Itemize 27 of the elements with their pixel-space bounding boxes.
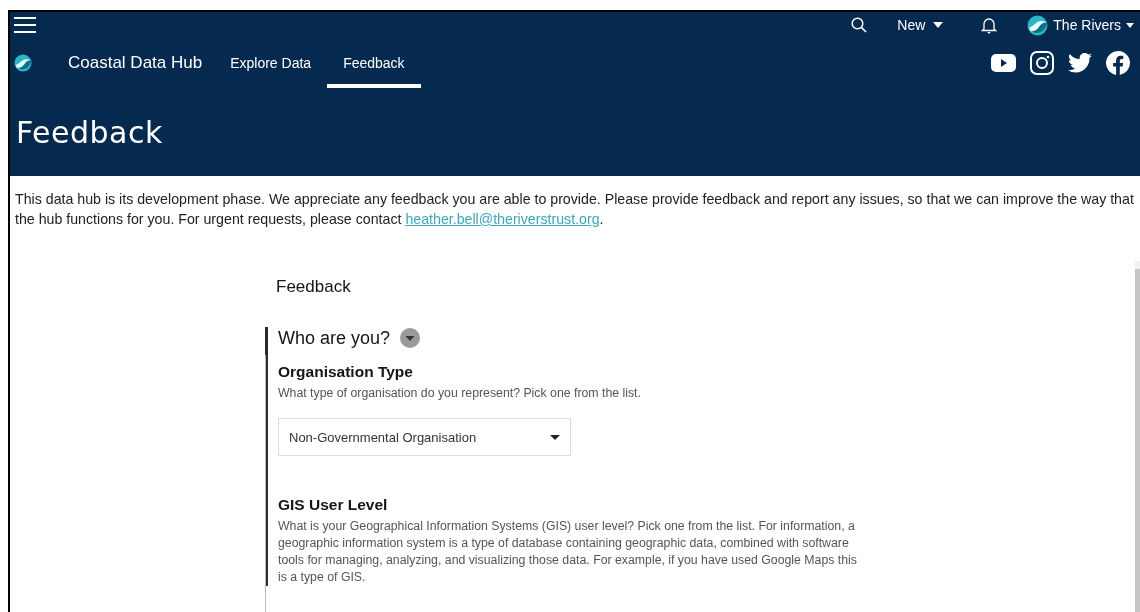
play-icon[interactable]: [991, 54, 1016, 72]
bell-icon[interactable]: [981, 16, 998, 34]
section-title: Who are you?: [278, 327, 391, 349]
caret-icon: [550, 434, 560, 440]
camera-icon[interactable]: [1030, 51, 1054, 75]
account-button[interactable]: The Rivers: [1027, 14, 1134, 36]
nav-tab[interactable]: Explore Data: [214, 38, 328, 88]
question-label: GIS User Level: [278, 496, 389, 514]
caret-icon: [933, 22, 944, 28]
intro-paragraph: This data hub is its development phase. We appreciate any feedback you are able to provide. Please provide feedback and report any issues, so that we can improve the way that the hub functions for you. For urgent requests, please contact heather.bell@theriverstrust.org.: [14, 190, 1135, 229]
new-button[interactable]: New: [897, 17, 944, 33]
scrollbar[interactable]: [1135, 261, 1140, 612]
bird-icon[interactable]: [1068, 53, 1092, 73]
logo-icon[interactable]: [14, 54, 32, 72]
site-title: Coastal Data Hub: [68, 53, 203, 73]
question-label: Organisation Type: [278, 363, 414, 381]
menu-icon[interactable]: [14, 16, 36, 34]
page-title: Feedback: [15, 114, 164, 150]
dropdown-field[interactable]: Non-Governmental Organisation: [278, 418, 571, 456]
collapse-toggle-icon[interactable]: [400, 328, 421, 348]
caret-icon: [1126, 22, 1134, 28]
avatar-icon: [1027, 14, 1049, 36]
search-icon[interactable]: [851, 17, 868, 33]
help-text: What type of organisation do you represent? Pick one from the list.: [278, 385, 642, 402]
nav-tab[interactable]: Feedback: [327, 38, 421, 88]
form-title: Feedback: [276, 277, 352, 297]
help-text: What is your Geographical Information Systems (GIS) user level? Pick one from the list. For information, a geographic information system is a type of database containing geographic data, combined with software tools for managing, analyzing, and visualizing those data. For example, if you have used Google Maps this is a type of GIS.: [278, 518, 858, 586]
